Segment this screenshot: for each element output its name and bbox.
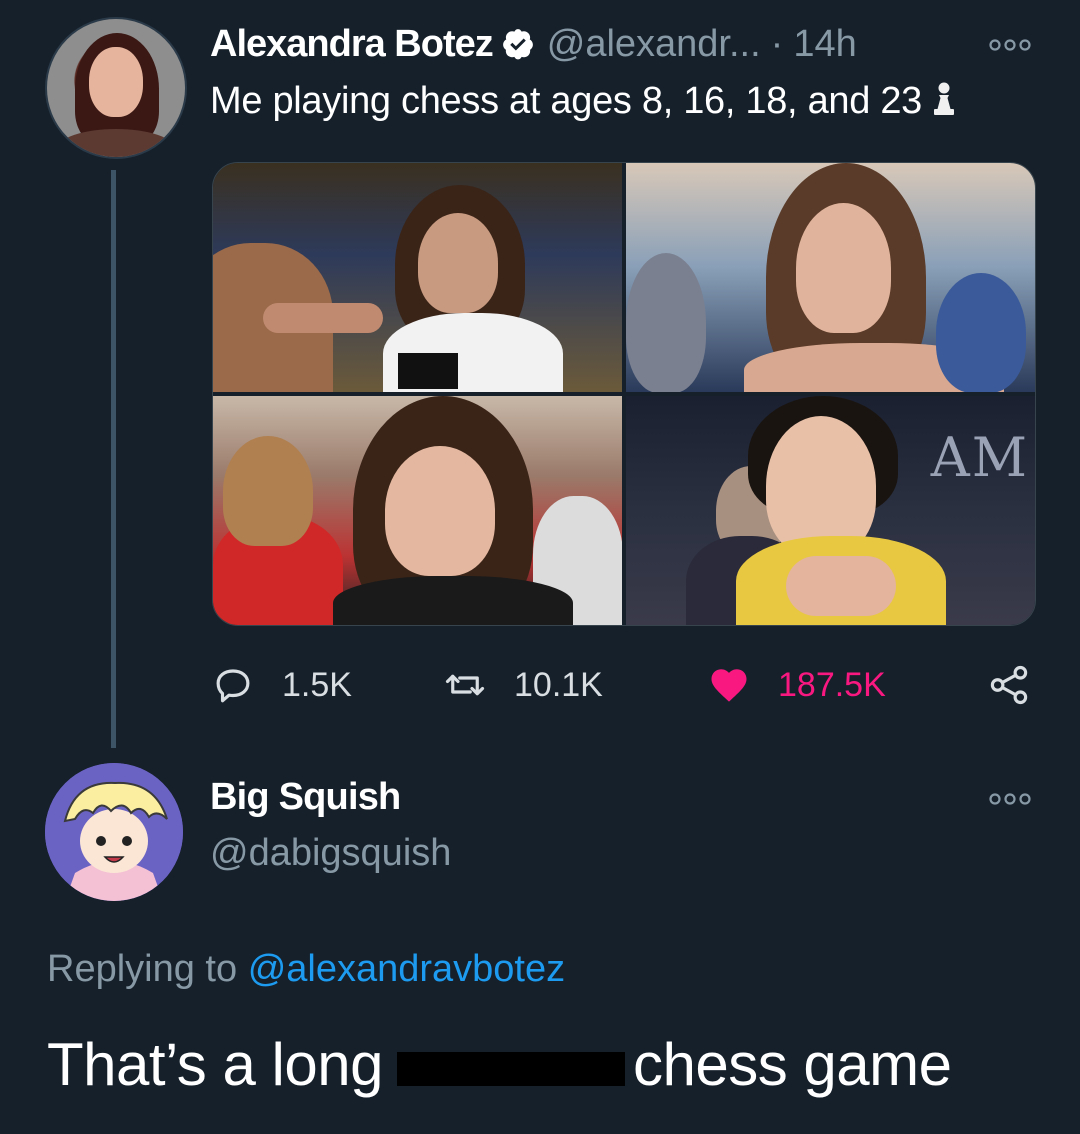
heart-icon	[711, 669, 747, 702]
tweet-text-content: Me playing chess at ages 8, 16, 18, and …	[210, 80, 922, 122]
retweet-count: 10.1K	[514, 665, 603, 704]
avatar-face	[89, 47, 143, 117]
author-avatar[interactable]	[45, 17, 187, 159]
tweet-actions: 1.5K 10.1K 187.5K	[212, 660, 1042, 710]
more-options-icon[interactable]	[988, 792, 1032, 806]
reply-icon	[216, 669, 250, 703]
reply-count: 1.5K	[282, 665, 352, 704]
background-hair	[223, 436, 313, 546]
photo-age-16[interactable]	[626, 163, 1035, 392]
replying-to-line: Replying to @alexandravbotez	[47, 948, 565, 991]
like-button[interactable]: 187.5K	[708, 660, 886, 710]
chess-pawn-icon	[934, 82, 954, 115]
reply-text-after: chess game	[632, 1031, 952, 1098]
reply-text-before: That’s a long	[47, 1031, 383, 1098]
reply-author-name[interactable]: Big Squish	[210, 776, 401, 819]
chess-pieces	[398, 353, 458, 389]
woman-hands	[786, 556, 896, 616]
woman-face	[766, 416, 876, 556]
background-person-blue	[936, 273, 1026, 392]
reply-button[interactable]: 1.5K	[212, 660, 352, 710]
girl-face	[418, 213, 498, 313]
photo-overlay-text: AM	[930, 426, 1029, 489]
opponent-arm	[263, 303, 383, 333]
reply-text: That’s a long chess game	[47, 1030, 952, 1099]
replying-to-label: Replying to	[47, 948, 238, 990]
more-options-icon[interactable]	[988, 38, 1032, 52]
share-icon	[990, 665, 1028, 705]
photo-age-23[interactable]: AM	[626, 396, 1035, 625]
tweet-thread: Alexandra Botez @alexandr... · 14h Me pl…	[0, 0, 1080, 1134]
photo-age-18[interactable]	[213, 396, 622, 625]
replying-to-mention[interactable]: @alexandravbotez	[248, 948, 565, 990]
cartoon-avatar-icon	[45, 763, 183, 901]
reply-author-handle[interactable]: @dabigsquish	[210, 832, 451, 875]
background-person	[626, 253, 706, 392]
avatar-shirt	[57, 129, 175, 157]
retweet-button[interactable]: 10.1K	[444, 660, 603, 710]
verified-badge-icon	[502, 29, 533, 60]
young-woman-face	[385, 446, 495, 576]
tweet-header: Alexandra Botez @alexandr... · 14h	[210, 18, 857, 70]
photo-age-8[interactable]	[213, 163, 622, 392]
author-name[interactable]: Alexandra Botez	[210, 23, 494, 66]
separator-dot: ·	[770, 22, 784, 65]
young-woman-top	[333, 576, 573, 625]
like-count: 187.5K	[778, 665, 886, 704]
tweet-timestamp[interactable]: 14h	[793, 23, 856, 66]
thread-line	[111, 170, 116, 748]
teen-face	[796, 203, 891, 333]
tweet-text: Me playing chess at ages 8, 16, 18, and …	[210, 80, 958, 123]
share-button[interactable]	[988, 660, 1030, 710]
censor-bar	[396, 1051, 625, 1086]
reply-author-avatar[interactable]	[45, 763, 183, 901]
retweet-icon	[445, 674, 485, 696]
author-handle[interactable]: @alexandr...	[547, 23, 761, 66]
media-grid: AM	[212, 162, 1036, 626]
